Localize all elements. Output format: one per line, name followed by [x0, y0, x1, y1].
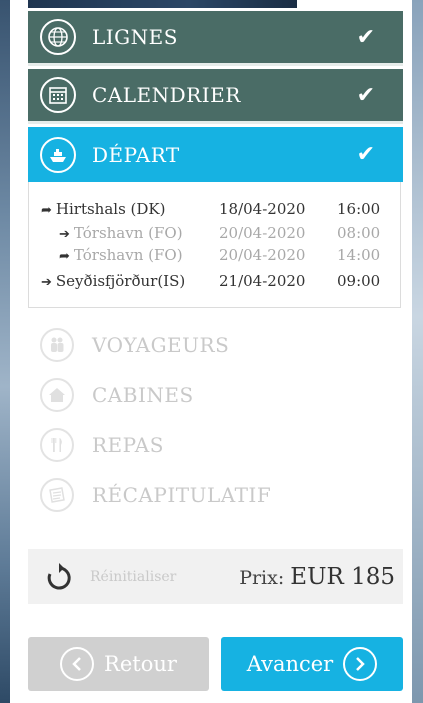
step-lignes[interactable]: LIGNES ✔: [28, 11, 403, 66]
trip-date: 18/04-2020: [219, 200, 306, 218]
step-label: RÉCAPITULATIF: [92, 483, 272, 507]
step-calendrier[interactable]: CALENDRIER ✔: [28, 69, 403, 124]
passengers-icon: [40, 328, 74, 362]
step-label: CABINES: [92, 383, 194, 407]
step-label: LIGNES: [92, 25, 178, 49]
trip-time: 14:00: [337, 246, 381, 264]
price-label: Prix:: [239, 566, 285, 589]
trip-time: 09:00: [337, 272, 381, 290]
trip-date: 20/04-2020: [219, 224, 306, 242]
trip-port: Tórshavn (FO): [73, 224, 183, 242]
ship-icon: [40, 136, 76, 173]
back-label: Retour: [104, 652, 177, 676]
next-label: Avancer: [246, 652, 334, 676]
step-label: DÉPART: [92, 142, 180, 167]
reset-icon[interactable]: [44, 562, 74, 592]
trip-port: Hirtshals (DK): [55, 200, 166, 218]
check-icon: ✔: [356, 24, 375, 50]
departure-icon: ➦: [41, 203, 52, 218]
next-button[interactable]: Avancer: [221, 637, 403, 691]
arrival-icon: ➔: [59, 227, 70, 242]
step-repas: REPAS: [28, 425, 403, 465]
step-voyageurs: VOYAGEURS: [28, 325, 403, 365]
calendar-icon: [40, 77, 76, 113]
home-icon: [40, 378, 74, 412]
step-recapitulatif: RÉCAPITULATIF: [28, 475, 403, 515]
trip-date: 21/04-2020: [219, 272, 306, 290]
check-icon: ✔: [356, 142, 375, 167]
trip-time: 08:00: [337, 224, 381, 242]
departure-icon: ➦: [59, 249, 70, 264]
price-box: Réinitialiser Prix: EUR 185: [28, 549, 403, 604]
price-amount: EUR 185: [290, 563, 395, 590]
document-icon: [40, 478, 74, 512]
header-image: [28, 0, 297, 8]
chevron-left-icon: [60, 647, 95, 681]
reset-button[interactable]: Réinitialiser: [90, 569, 176, 585]
step-cabines: CABINES: [28, 375, 403, 415]
cutlery-icon: [40, 428, 74, 462]
globe-icon: [40, 19, 76, 55]
trip-date: 20/04-2020: [219, 246, 306, 264]
back-button[interactable]: Retour: [28, 637, 209, 691]
arrival-icon: ➔: [41, 275, 52, 290]
check-icon: ✔: [356, 82, 375, 108]
step-depart[interactable]: DÉPART ✔: [28, 127, 403, 182]
trip-port: Tórshavn (FO): [73, 246, 183, 264]
step-label: REPAS: [92, 433, 164, 457]
trip-port: Seyðisfjörður(IS): [55, 272, 186, 290]
trip-details: ➦ Hirtshals (DK) 18/04-2020 16:00 ➔ Tórsha…: [28, 182, 401, 308]
step-label: CALENDRIER: [92, 83, 241, 107]
price-display: Prix: EUR 185: [239, 564, 395, 590]
step-label: VOYAGEURS: [92, 333, 230, 357]
trip-time: 16:00: [337, 200, 381, 218]
chevron-right-icon: [343, 647, 378, 681]
